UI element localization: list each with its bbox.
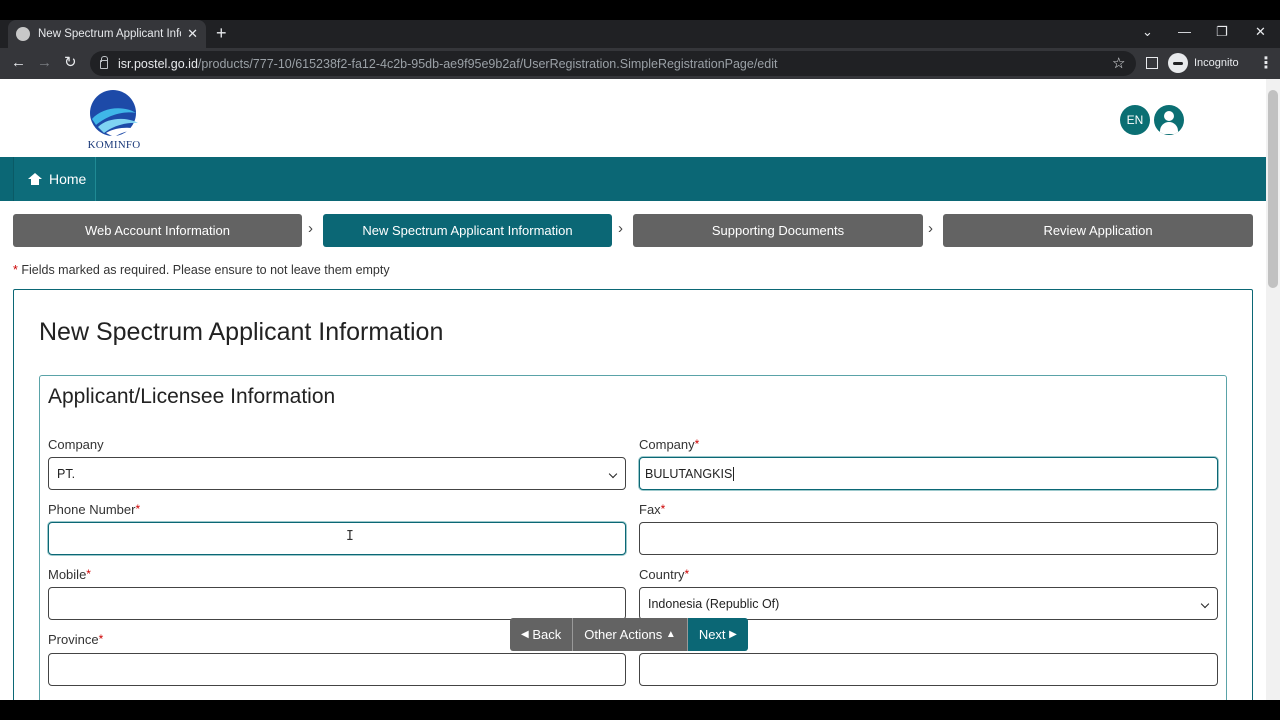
triangle-right-icon: ▶ — [729, 629, 737, 640]
step-separator-icon: › — [618, 220, 623, 237]
forward-arrow-icon[interactable]: → — [37, 53, 52, 73]
minimize-icon[interactable]: — — [1178, 24, 1191, 40]
scrollbar-thumb[interactable] — [1268, 90, 1278, 288]
mobile-input[interactable] — [48, 587, 626, 620]
mobile-label: Mobile* — [48, 567, 91, 582]
lock-icon — [100, 56, 108, 69]
city-input[interactable] — [639, 653, 1218, 686]
side-panel-icon[interactable] — [1146, 57, 1158, 69]
bookmark-star-icon[interactable]: ☆ — [1112, 54, 1125, 72]
company-name-value: BULUTANGKIS — [645, 466, 733, 481]
browser-menu-icon[interactable]: ⋮ — [1258, 53, 1274, 73]
step-web-account[interactable]: Web Account Information — [13, 214, 302, 247]
nav-home-link[interactable]: Home — [13, 157, 96, 201]
fax-label: Fax* — [639, 502, 666, 517]
incognito-label: Incognito — [1194, 57, 1239, 69]
nav-home-label: Home — [49, 171, 87, 187]
next-button[interactable]: Next ▶ — [687, 618, 748, 651]
required-note-text: Fields marked as required. Please ensure… — [21, 263, 390, 277]
logo-text: KOMINFO — [87, 139, 141, 151]
country-value: Indonesia (Republic Of) — [648, 596, 780, 611]
incognito-indicator[interactable]: Incognito — [1168, 53, 1239, 73]
required-fields-note: * Fields marked as required. Please ensu… — [13, 263, 390, 277]
url-path: /products/777-10/615238f2-fa12-4c2b-95db… — [197, 56, 778, 71]
tab-close-icon[interactable]: ✕ — [187, 26, 198, 42]
company-name-input[interactable]: BULUTANGKIS — [639, 457, 1218, 490]
home-icon — [28, 173, 42, 185]
letterbox-bottom — [0, 700, 1280, 720]
user-account-icon[interactable] — [1154, 105, 1184, 135]
step-applicant-info[interactable]: New Spectrum Applicant Information — [323, 214, 612, 247]
screen: New Spectrum Applicant Inform ✕ + ⌄ — ❐ … — [0, 0, 1280, 720]
incognito-icon — [1168, 53, 1188, 73]
tab-search-icon[interactable]: ⌄ — [1142, 24, 1153, 40]
phone-label: Phone Number* — [48, 502, 141, 517]
province-input[interactable] — [48, 653, 626, 686]
country-label: Country* — [639, 567, 690, 582]
phone-input[interactable] — [48, 522, 626, 555]
reload-icon[interactable]: ↻ — [64, 53, 77, 73]
company-prefix-label: Company — [48, 437, 104, 452]
country-select[interactable]: Indonesia (Republic Of) — [639, 587, 1218, 620]
company-prefix-select[interactable]: PT. — [48, 457, 626, 490]
company-prefix-value: PT. — [57, 466, 76, 481]
step-review[interactable]: Review Application — [943, 214, 1253, 247]
fax-input[interactable] — [639, 522, 1218, 555]
tab-title: New Spectrum Applicant Inform — [38, 28, 181, 40]
new-tab-button[interactable]: + — [216, 23, 227, 43]
back-arrow-icon[interactable]: ← — [11, 53, 26, 73]
main-navbar: Home — [0, 157, 1266, 201]
action-bar: ◀ Back Other Actions ▲ Next ▶ — [510, 618, 748, 651]
step-separator-icon: › — [928, 220, 933, 237]
globe-icon — [16, 27, 30, 41]
triangle-up-icon: ▲ — [665, 629, 676, 640]
language-button[interactable]: EN — [1120, 105, 1150, 135]
browser-tab[interactable]: New Spectrum Applicant Inform ✕ — [8, 20, 206, 48]
text-caret — [733, 466, 735, 481]
province-label: Province* — [48, 632, 104, 647]
restore-icon[interactable]: ❐ — [1216, 24, 1228, 40]
ibeam-cursor-icon: I — [346, 529, 354, 544]
company-name-label: Company* — [639, 437, 700, 452]
page-title: New Spectrum Applicant Information — [39, 318, 444, 346]
address-bar[interactable]: isr.postel.go.id /products/777-10/615238… — [90, 51, 1136, 76]
step-separator-icon: › — [308, 220, 313, 237]
url-host: isr.postel.go.id — [118, 56, 198, 71]
back-button[interactable]: ◀ Back — [510, 618, 574, 651]
step-supporting-docs[interactable]: Supporting Documents — [633, 214, 923, 247]
section-title: Applicant/Licensee Information — [48, 385, 336, 408]
letterbox-top — [0, 0, 1280, 20]
triangle-left-icon: ◀ — [521, 629, 529, 640]
required-mark: * — [13, 263, 18, 277]
other-actions-button[interactable]: Other Actions ▲ — [573, 618, 688, 651]
kominfo-logo[interactable]: KOMINFO — [84, 89, 144, 153]
logo-emblem-icon — [90, 90, 138, 137]
close-window-icon[interactable]: ✕ — [1255, 24, 1266, 40]
